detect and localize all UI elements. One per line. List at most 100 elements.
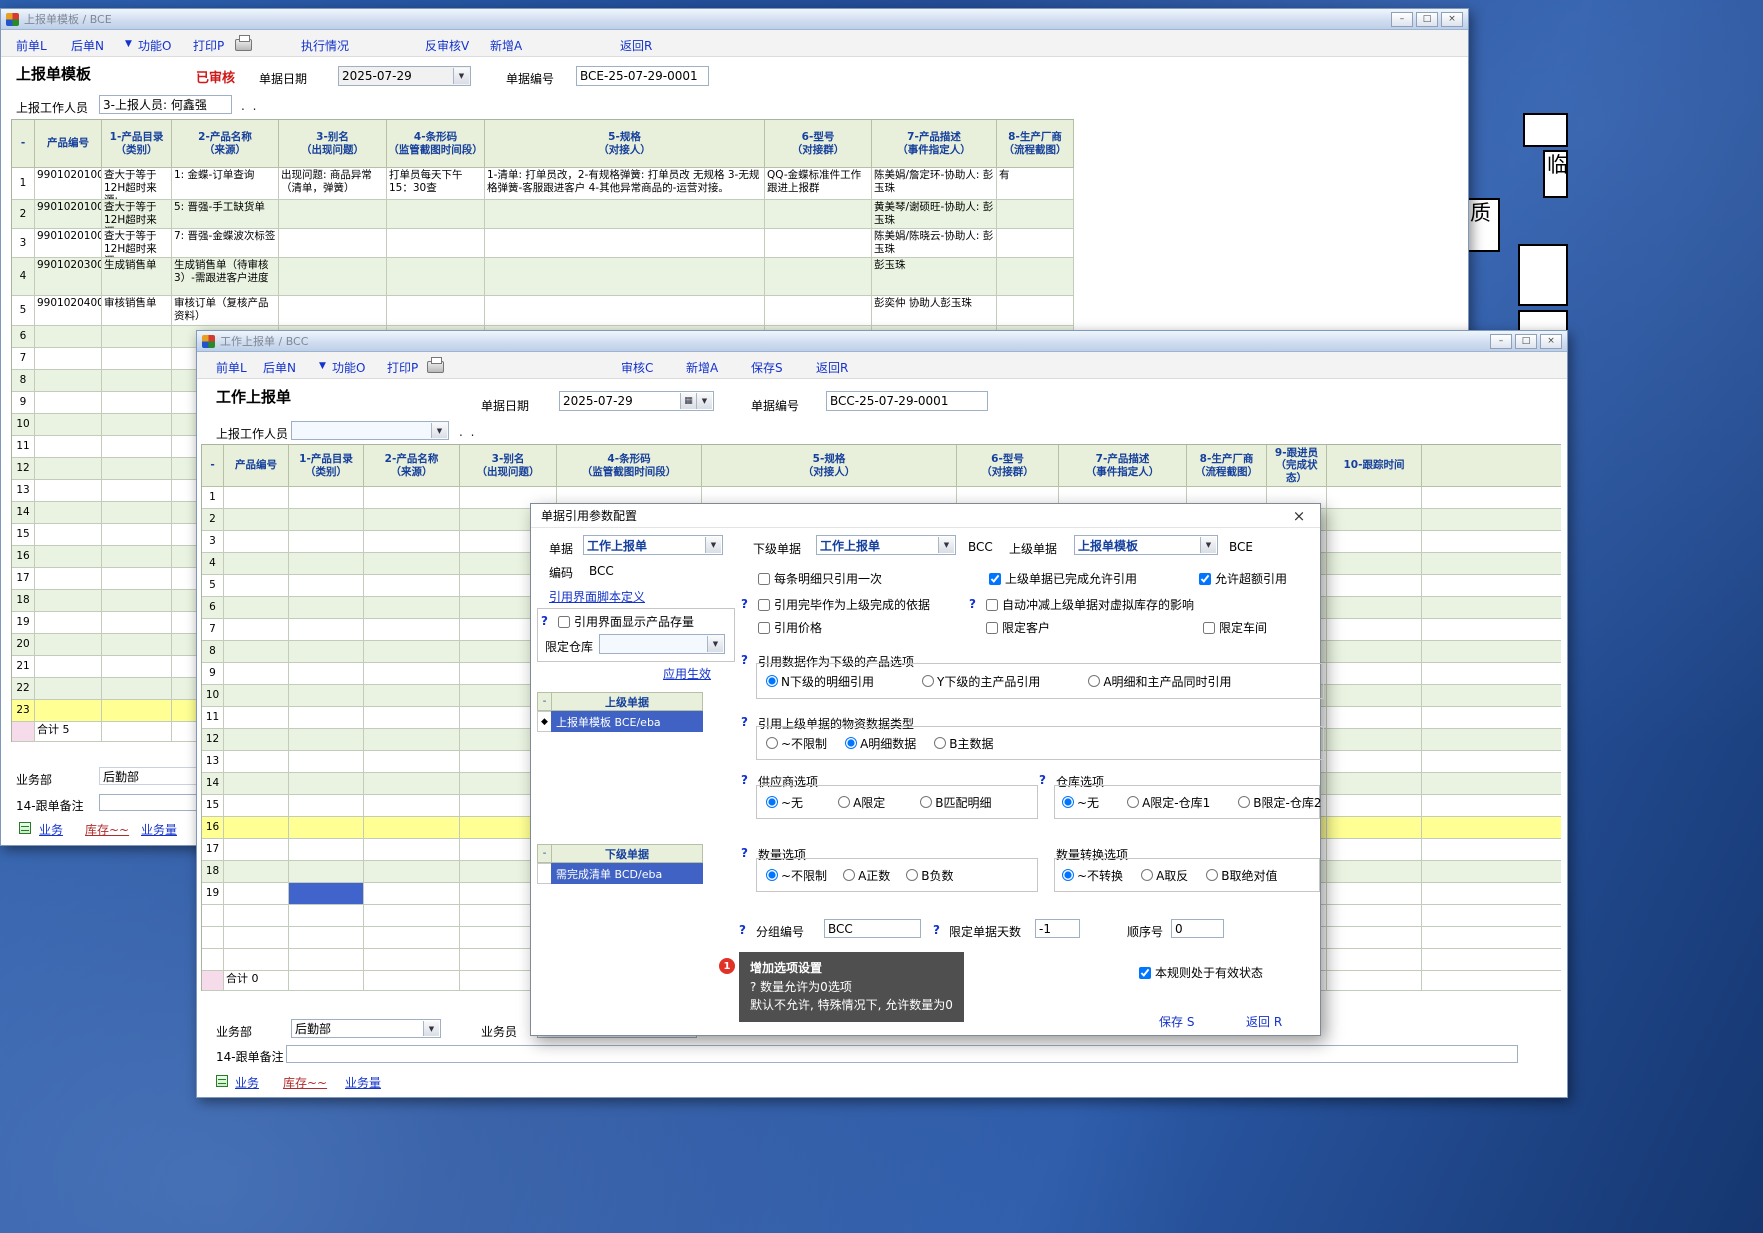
work-grid-cell[interactable]	[1327, 883, 1422, 905]
chevron-down-icon[interactable]: ▼	[696, 393, 712, 409]
work-grid-cell[interactable]	[224, 729, 289, 751]
radio-input[interactable]	[1062, 869, 1074, 881]
work-grid-cell[interactable]	[364, 861, 460, 883]
template-grid-cell[interactable]	[35, 568, 102, 590]
template-grid-cell[interactable]: 99010201006	[35, 200, 102, 229]
work-grid-cell[interactable]	[1327, 861, 1422, 883]
work-grid-cell[interactable]	[1327, 553, 1422, 575]
warehouse-group-option[interactable]: A限定-仓库1	[1127, 794, 1210, 811]
cb-over-quota-input[interactable]	[1199, 573, 1211, 585]
template-grid-cell[interactable]	[765, 296, 872, 326]
reporter-lookup-button[interactable]: . .	[241, 99, 258, 113]
warehouse-limit-combo[interactable]: ▼	[599, 634, 725, 654]
template-grid-row-number[interactable]: 5	[12, 296, 35, 326]
radio-input[interactable]	[1238, 796, 1250, 808]
work-grid-cell[interactable]	[289, 641, 364, 663]
data-type-group-option[interactable]: A明细数据	[845, 735, 916, 752]
radio-input[interactable]	[1206, 869, 1218, 881]
work-grid-cell[interactable]	[224, 663, 289, 685]
template-grid-cell[interactable]: 99010201001	[35, 168, 102, 200]
work-grid-column-header[interactable]: 1-产品目录 （类别）	[289, 445, 364, 487]
work-grid-cell[interactable]	[364, 839, 460, 861]
radio-input[interactable]	[838, 796, 850, 808]
template-grid-cell[interactable]: 查大于等于12H超时来源:	[102, 229, 172, 258]
work-grid-cell[interactable]	[289, 883, 364, 905]
template-grid-cell[interactable]	[35, 678, 102, 700]
unaudit-link[interactable]: 反审核V	[425, 37, 469, 54]
work-grid-cell[interactable]	[364, 575, 460, 597]
work-grid-row-number[interactable]: 11	[202, 707, 224, 729]
template-grid-row[interactable]: 599010204003审核销售单审核订单（复核产品资料）彭奕仲 协助人彭玉珠	[12, 296, 1074, 326]
cb-complete-basis[interactable]: 引用完毕作为上级完成的依据	[758, 596, 930, 613]
template-grid-column-header[interactable]: 1-产品目录 （类别）	[102, 120, 172, 168]
template-grid-cell[interactable]	[102, 634, 172, 656]
template-grid-cell[interactable]: 99010203003	[35, 258, 102, 296]
template-grid-cell[interactable]	[102, 678, 172, 700]
work-grid-row-number[interactable]: 2	[202, 509, 224, 531]
template-grid-row-number[interactable]: 16	[12, 546, 35, 568]
template-grid-row-number[interactable]: 15	[12, 524, 35, 546]
next-doc-link[interactable]: 后单N	[71, 37, 104, 54]
template-grid-cell[interactable]	[35, 700, 102, 722]
doc-number-field[interactable]: BCE-25-07-29-0001	[576, 66, 709, 86]
template-grid-row-number[interactable]: 18	[12, 590, 35, 612]
work-grid-cell[interactable]	[224, 641, 289, 663]
work-grid-cell[interactable]	[364, 509, 460, 531]
template-grid-cell[interactable]	[997, 229, 1074, 258]
radio-input[interactable]	[906, 869, 918, 881]
radio-input[interactable]	[1088, 675, 1100, 687]
print-link[interactable]: 打印P	[193, 37, 224, 54]
template-grid-column-header[interactable]: 7-产品描述 （事件指定人）	[872, 120, 997, 168]
template-grid-cell[interactable]: 99010201008	[35, 229, 102, 258]
template-grid-cell[interactable]: 有	[997, 168, 1074, 200]
template-grid-cell[interactable]	[35, 524, 102, 546]
work-grid-cell[interactable]	[1327, 487, 1422, 509]
data-type-group-option[interactable]: B主数据	[934, 735, 993, 752]
chevron-down-icon[interactable]: ▼	[431, 423, 447, 438]
template-grid-cell[interactable]: 出现问题: 商品异常（清单，弹簧）	[279, 168, 387, 200]
chevron-down-icon[interactable]: ▼	[453, 68, 469, 84]
script-define-link[interactable]: 引用界面脚本定义	[549, 588, 645, 605]
radio-input[interactable]	[1141, 869, 1153, 881]
template-grid-cell[interactable]	[35, 480, 102, 502]
work-grid-cell[interactable]	[1327, 641, 1422, 663]
warehouse-group-option[interactable]: ~无	[1062, 794, 1099, 811]
template-grid-row-number[interactable]: 12	[12, 458, 35, 480]
help-question-mark[interactable]: ?	[741, 653, 748, 667]
template-grid-cell[interactable]: 彭奕仲 协助人彭玉珠	[872, 296, 997, 326]
template-grid-cell[interactable]	[997, 200, 1074, 229]
template-grid-cell[interactable]: 查大于等于12H超时来源:	[102, 168, 172, 200]
cb-done-allow[interactable]: 上级单据已完成允许引用	[989, 570, 1137, 587]
work-grid-cell[interactable]	[224, 795, 289, 817]
template-grid-cell[interactable]	[35, 370, 102, 392]
business-volume-link[interactable]: 业务量	[141, 821, 177, 838]
note-field[interactable]	[99, 794, 199, 811]
minimize-button[interactable]: –	[1490, 334, 1512, 349]
template-grid-cell[interactable]	[35, 326, 102, 348]
work-grid-cell[interactable]	[364, 817, 460, 839]
return-link[interactable]: 返回R	[816, 359, 848, 376]
cb-refer-price[interactable]: 引用价格	[758, 619, 822, 636]
work-grid-cell[interactable]	[289, 553, 364, 575]
child-doc-combo[interactable]: 工作上报单 ▼	[816, 535, 956, 555]
work-grid-cell[interactable]	[364, 641, 460, 663]
template-grid-row-number[interactable]: 23	[12, 700, 35, 722]
work-grid-cell[interactable]	[224, 509, 289, 531]
work-grid-cell[interactable]	[224, 861, 289, 883]
template-grid-cell[interactable]	[279, 296, 387, 326]
business-volume-link[interactable]: 业务量	[345, 1074, 381, 1091]
child-doc-item[interactable]: 需完成清单 BCD/eba	[537, 863, 703, 884]
qty-conv-group-option[interactable]: B取绝对值	[1206, 867, 1277, 884]
work-grid-cell[interactable]	[364, 905, 460, 927]
template-grid-cell[interactable]	[485, 296, 765, 326]
work-grid-cell[interactable]	[289, 905, 364, 927]
cb-limit-workshop[interactable]: 限定车间	[1203, 619, 1267, 636]
work-grid-cell[interactable]	[364, 949, 460, 971]
template-grid-cell[interactable]	[102, 326, 172, 348]
work-grid-cell[interactable]	[1327, 685, 1422, 707]
work-grid-cell[interactable]	[364, 487, 460, 509]
work-grid-cell[interactable]	[1327, 531, 1422, 553]
chevron-down-icon[interactable]: ▼	[705, 537, 721, 553]
exec-status-link[interactable]: 执行情况	[301, 37, 349, 54]
work-grid-cell[interactable]	[224, 883, 289, 905]
